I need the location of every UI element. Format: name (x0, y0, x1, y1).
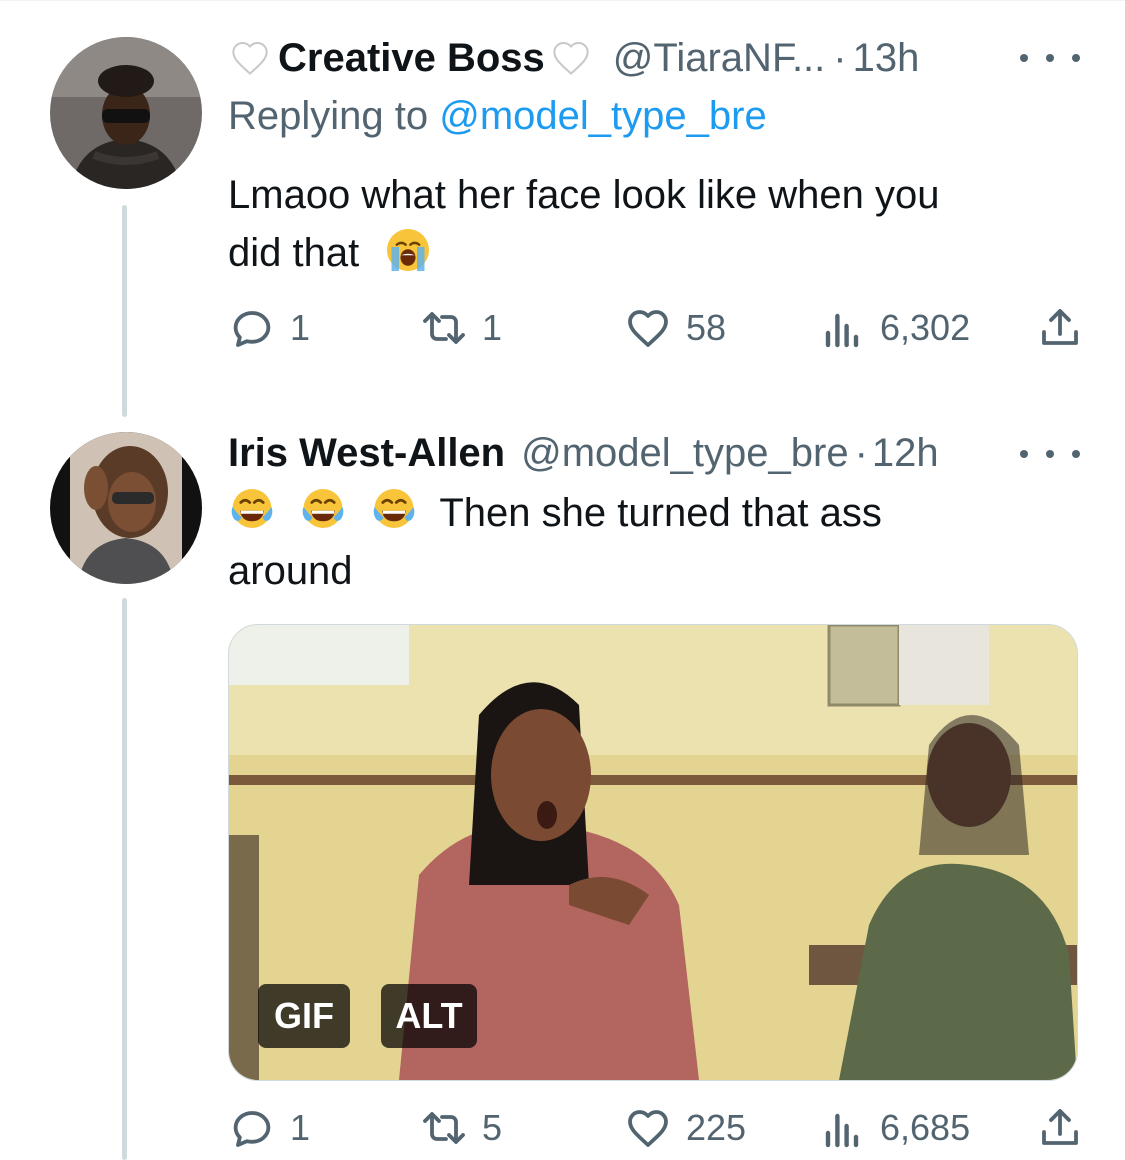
tweet-text-line: Lmaoo what her face look like when you (228, 173, 940, 217)
tweet-text: Lmaoo what her face look like when you d… (228, 166, 1088, 282)
thread-line (122, 598, 127, 1160)
reply-count: 1 (290, 1107, 311, 1148)
reply-icon (228, 1104, 276, 1152)
like-count: 58 (686, 307, 727, 348)
reply-icon (228, 304, 276, 352)
top-divider (0, 0, 1125, 1)
handle[interactable]: @model_type_bre (521, 431, 848, 476)
separator: · (833, 35, 847, 80)
tweet-header: Iris West-Allen @model_type_bre · 12h (228, 428, 939, 478)
share-icon (1036, 1104, 1084, 1152)
separator: · (854, 430, 868, 475)
gif-badge: GIF (258, 984, 350, 1048)
tweet-text-line: did that (228, 231, 360, 275)
replying-to-label: Replying to (228, 94, 429, 138)
tweet-text-line: Then she turned that ass (439, 491, 882, 535)
handle[interactable]: @TiaraNF... (613, 36, 825, 81)
more-icon[interactable] (1020, 48, 1080, 68)
display-name[interactable]: Creative Boss (278, 36, 545, 81)
face-with-tears-of-joy-icon (299, 486, 347, 534)
more-icon[interactable] (1020, 444, 1080, 464)
like-button[interactable]: 225 (624, 1102, 746, 1154)
face-with-tears-of-joy-icon (228, 486, 276, 534)
replying-to-link[interactable]: @model_type_bre (439, 94, 766, 138)
alt-badge[interactable]: ALT (381, 984, 477, 1048)
views-button[interactable]: 6,685 (818, 1102, 970, 1154)
tweet-header: Creative Boss @TiaraNF... · 13h (228, 33, 919, 83)
gif-media[interactable] (228, 624, 1078, 1081)
views-count: 6,685 (880, 1107, 971, 1148)
timestamp[interactable]: 12h (872, 431, 939, 476)
like-icon (624, 1104, 672, 1152)
replying-to: Replying to @model_type_bre (228, 94, 767, 139)
retweet-count: 1 (482, 307, 503, 348)
retweet-icon (420, 304, 468, 352)
avatar[interactable] (50, 432, 202, 584)
tweet-text-line: around (228, 549, 353, 593)
display-name[interactable]: Iris West-Allen (228, 431, 505, 476)
like-button[interactable]: 58 (624, 302, 726, 354)
views-icon (818, 1104, 866, 1152)
avatar[interactable] (50, 37, 202, 189)
retweet-count: 5 (482, 1107, 503, 1148)
tweet-text: Then she turned that ass around (228, 484, 1088, 600)
white-heart-icon (549, 38, 593, 78)
retweet-button[interactable]: 1 (420, 302, 502, 354)
like-count: 225 (686, 1107, 747, 1148)
reply-button[interactable]: 1 (228, 1102, 310, 1154)
share-button[interactable] (1036, 1102, 1084, 1154)
white-heart-icon (228, 38, 272, 78)
views-count: 6,302 (880, 307, 971, 348)
retweet-icon (420, 1104, 468, 1152)
share-icon (1036, 304, 1084, 352)
retweet-button[interactable]: 5 (420, 1102, 502, 1154)
tweet-actions: 1 1 58 6,302 (228, 302, 1088, 354)
share-button[interactable] (1036, 302, 1084, 354)
views-button[interactable]: 6,302 (818, 302, 970, 354)
timestamp[interactable]: 13h (853, 36, 920, 81)
tweet-actions: 1 5 225 6,685 (228, 1102, 1088, 1154)
views-icon (818, 304, 866, 352)
loudly-crying-face-icon (384, 226, 432, 274)
thread-line (122, 205, 127, 417)
face-with-tears-of-joy-icon (370, 486, 418, 534)
like-icon (624, 304, 672, 352)
reply-count: 1 (290, 307, 311, 348)
reply-button[interactable]: 1 (228, 302, 310, 354)
